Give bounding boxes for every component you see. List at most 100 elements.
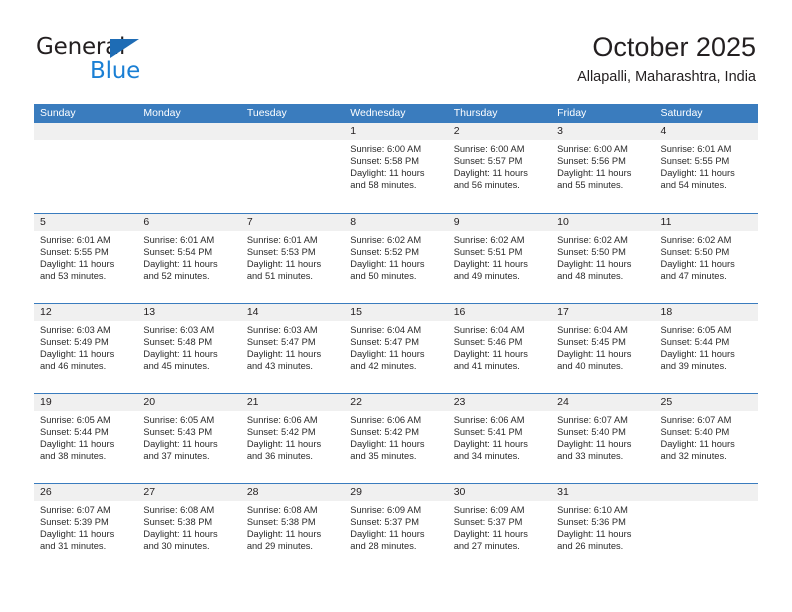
- sunset-text: Sunset: 5:44 PM: [40, 427, 109, 438]
- logo-text-blue: Blue: [90, 58, 141, 84]
- sunrise-text: Sunrise: 6:03 AM: [246, 325, 318, 335]
- daylight-text: Daylight: 11 hours and 55 minutes.: [557, 168, 632, 191]
- daylight-text: Daylight: 11 hours and 39 minutes.: [660, 349, 735, 372]
- daylight-text: Daylight: 11 hours and 32 minutes.: [660, 439, 735, 462]
- day-number: 30: [447, 484, 552, 501]
- calendar-day-cell[interactable]: 18 Sunrise: 6:05 AM Sunset: 5:44 PM Dayligh…: [654, 304, 758, 393]
- sunrise-text: Sunrise: 6:01 AM: [40, 235, 111, 245]
- calendar-day-cell[interactable]: 23 Sunrise: 6:06 AM Sunset: 5:41 PM Dayligh…: [447, 394, 552, 483]
- calendar-day-cell[interactable]: 3 Sunrise: 6:00 AM Sunset: 5:56 PM Daylight…: [551, 123, 655, 213]
- daylight-text: Daylight: 11 hours and 28 minutes.: [350, 529, 425, 552]
- weekday-header-saturday: Saturday: [660, 107, 703, 119]
- day-sun-info: Sunrise: 6:06 AM Sunset: 5:42 PM Daylight:…: [241, 411, 344, 462]
- calendar-day-cell[interactable]: 12 Sunrise: 6:03 AM Sunset: 5:49 PM Dayligh…: [34, 304, 138, 393]
- day-number: 27: [137, 484, 241, 501]
- calendar-day-cell[interactable]: 22 Sunrise: 6:06 AM Sunset: 5:42 PM Dayligh…: [344, 394, 448, 483]
- daylight-text: Daylight: 11 hours and 54 minutes.: [660, 168, 735, 191]
- calendar-day-cell-empty: [654, 484, 758, 573]
- daylight-text: Daylight: 11 hours and 38 minutes.: [40, 439, 115, 462]
- sunrise-text: Sunrise: 6:06 AM: [350, 415, 422, 425]
- sunrise-text: Sunrise: 6:03 AM: [143, 325, 215, 335]
- weekday-header-monday: Monday: [143, 107, 181, 119]
- sunrise-text: Sunrise: 6:09 AM: [453, 505, 525, 515]
- calendar-day-cell[interactable]: 16 Sunrise: 6:04 AM Sunset: 5:46 PM Dayligh…: [447, 304, 552, 393]
- calendar-day-cell[interactable]: 30 Sunrise: 6:09 AM Sunset: 5:37 PM Dayligh…: [447, 484, 552, 573]
- calendar-day-cell[interactable]: 1 Sunrise: 6:00 AM Sunset: 5:58 PM Daylight…: [344, 123, 448, 213]
- calendar-day-cell[interactable]: 19 Sunrise: 6:05 AM Sunset: 5:44 PM Dayligh…: [34, 394, 138, 483]
- daylight-text: Daylight: 11 hours and 50 minutes.: [350, 259, 425, 282]
- sunset-text: Sunset: 5:45 PM: [557, 337, 626, 348]
- weekday-header-thursday: Thursday: [453, 107, 498, 119]
- sunrise-text: Sunrise: 6:05 AM: [660, 325, 732, 335]
- sunrise-text: Sunrise: 6:06 AM: [246, 415, 318, 425]
- calendar-day-cell[interactable]: 5 Sunrise: 6:01 AM Sunset: 5:55 PM Daylight…: [34, 214, 138, 303]
- calendar-day-cell[interactable]: 31 Sunrise: 6:10 AM Sunset: 5:36 PM Dayligh…: [551, 484, 655, 573]
- day-number: 2: [447, 123, 552, 140]
- calendar-day-cell[interactable]: 6 Sunrise: 6:01 AM Sunset: 5:54 PM Daylight…: [137, 214, 241, 303]
- sunset-text: Sunset: 5:55 PM: [660, 156, 730, 167]
- day-number: [240, 123, 345, 140]
- calendar-day-cell[interactable]: 7 Sunrise: 6:01 AM Sunset: 5:53 PM Daylight…: [240, 214, 345, 303]
- weekday-header-row: Sunday Monday Tuesday Wednesday Thursday Frid…: [34, 104, 758, 123]
- calendar-day-cell[interactable]: 10 Sunrise: 6:02 AM Sunset: 5:50 PM Dayligh…: [551, 214, 655, 303]
- day-sun-info: Sunrise: 6:05 AM Sunset: 5:44 PM Daylight:…: [34, 411, 137, 462]
- sunset-text: Sunset: 5:37 PM: [453, 517, 523, 528]
- page-header: General Blue October 2025 Allapalli, Mah…: [0, 0, 792, 100]
- calendar-day-cell[interactable]: 21 Sunrise: 6:06 AM Sunset: 5:42 PM Dayligh…: [240, 394, 345, 483]
- weekday-header-sunday: Sunday: [40, 107, 76, 119]
- weekday-header-friday: Friday: [557, 107, 587, 119]
- sunset-text: Sunset: 5:54 PM: [143, 247, 213, 258]
- calendar-day-cell[interactable]: 14 Sunrise: 6:03 AM Sunset: 5:47 PM Dayligh…: [240, 304, 345, 393]
- day-number: 28: [240, 484, 345, 501]
- sunrise-text: Sunrise: 6:02 AM: [453, 235, 525, 245]
- calendar-day-cell[interactable]: 20 Sunrise: 6:05 AM Sunset: 5:43 PM Dayligh…: [137, 394, 241, 483]
- calendar-day-cell[interactable]: 17 Sunrise: 6:04 AM Sunset: 5:45 PM Dayligh…: [551, 304, 655, 393]
- sunset-text: Sunset: 5:49 PM: [40, 337, 109, 348]
- calendar-day-cell[interactable]: 4 Sunrise: 6:01 AM Sunset: 5:55 PM Daylight…: [654, 123, 758, 213]
- calendar-day-cell[interactable]: 27 Sunrise: 6:08 AM Sunset: 5:38 PM Dayligh…: [137, 484, 241, 573]
- sunrise-text: Sunrise: 6:09 AM: [350, 505, 422, 515]
- daylight-text: Daylight: 11 hours and 36 minutes.: [246, 439, 322, 462]
- daylight-text: Daylight: 11 hours and 46 minutes.: [40, 349, 115, 372]
- sunset-text: Sunset: 5:42 PM: [246, 427, 316, 438]
- calendar-day-cell[interactable]: 13 Sunrise: 6:03 AM Sunset: 5:48 PM Dayligh…: [137, 304, 241, 393]
- day-sun-info: Sunrise: 6:09 AM Sunset: 5:37 PM Daylight:…: [448, 501, 551, 552]
- day-number: [654, 484, 758, 501]
- daylight-text: Daylight: 11 hours and 53 minutes.: [40, 259, 115, 282]
- calendar-day-cell[interactable]: 28 Sunrise: 6:08 AM Sunset: 5:38 PM Dayligh…: [240, 484, 345, 573]
- day-number: 6: [137, 214, 241, 231]
- day-sun-info: Sunrise: 6:06 AM Sunset: 5:42 PM Daylight:…: [344, 411, 447, 462]
- sunrise-text: Sunrise: 6:05 AM: [40, 415, 111, 425]
- day-sun-info: Sunrise: 6:03 AM Sunset: 5:49 PM Daylight:…: [34, 321, 137, 372]
- title-block: October 2025 Allapalli, Maharashtra, Ind…: [577, 32, 756, 86]
- sunset-text: Sunset: 5:46 PM: [453, 337, 523, 348]
- day-number: [137, 123, 241, 140]
- sunrise-text: Sunrise: 6:04 AM: [453, 325, 525, 335]
- calendar-weeks: 1 Sunrise: 6:00 AM Sunset: 5:58 PM Daylight…: [34, 123, 758, 573]
- calendar-day-cell[interactable]: 26 Sunrise: 6:07 AM Sunset: 5:39 PM Dayligh…: [34, 484, 138, 573]
- day-number: 7: [240, 214, 345, 231]
- calendar-day-cell[interactable]: 29 Sunrise: 6:09 AM Sunset: 5:37 PM Dayligh…: [344, 484, 448, 573]
- calendar-day-cell[interactable]: 25 Sunrise: 6:07 AM Sunset: 5:40 PM Dayligh…: [654, 394, 758, 483]
- calendar-day-cell[interactable]: 8 Sunrise: 6:02 AM Sunset: 5:52 PM Daylight…: [344, 214, 448, 303]
- calendar-day-cell[interactable]: 15 Sunrise: 6:04 AM Sunset: 5:47 PM Dayligh…: [344, 304, 448, 393]
- sunrise-text: Sunrise: 6:07 AM: [660, 415, 732, 425]
- calendar-day-cell[interactable]: 24 Sunrise: 6:07 AM Sunset: 5:40 PM Dayligh…: [551, 394, 655, 483]
- sunset-text: Sunset: 5:52 PM: [350, 247, 419, 258]
- day-sun-info: Sunrise: 6:01 AM Sunset: 5:55 PM Daylight:…: [34, 231, 137, 282]
- day-sun-info: Sunrise: 6:10 AM Sunset: 5:36 PM Daylight:…: [551, 501, 654, 552]
- sunset-text: Sunset: 5:38 PM: [246, 517, 316, 528]
- day-number: 10: [551, 214, 655, 231]
- calendar-day-cell[interactable]: 11 Sunrise: 6:02 AM Sunset: 5:50 PM Dayligh…: [654, 214, 758, 303]
- sunrise-text: Sunrise: 6:00 AM: [557, 144, 628, 154]
- sunrise-text: Sunrise: 6:02 AM: [557, 235, 628, 245]
- day-sun-info: Sunrise: 6:06 AM Sunset: 5:41 PM Daylight:…: [448, 411, 551, 462]
- calendar-day-cell[interactable]: 2 Sunrise: 6:00 AM Sunset: 5:57 PM Daylight…: [447, 123, 552, 213]
- day-number: 26: [34, 484, 138, 501]
- sunset-text: Sunset: 5:48 PM: [143, 337, 213, 348]
- general-blue-logo[interactable]: General Blue: [36, 36, 276, 92]
- sunset-text: Sunset: 5:40 PM: [660, 427, 730, 438]
- sunset-text: Sunset: 5:44 PM: [660, 337, 730, 348]
- logo-triangle-icon: [110, 39, 139, 58]
- calendar-day-cell[interactable]: 9 Sunrise: 6:02 AM Sunset: 5:51 PM Daylight…: [447, 214, 552, 303]
